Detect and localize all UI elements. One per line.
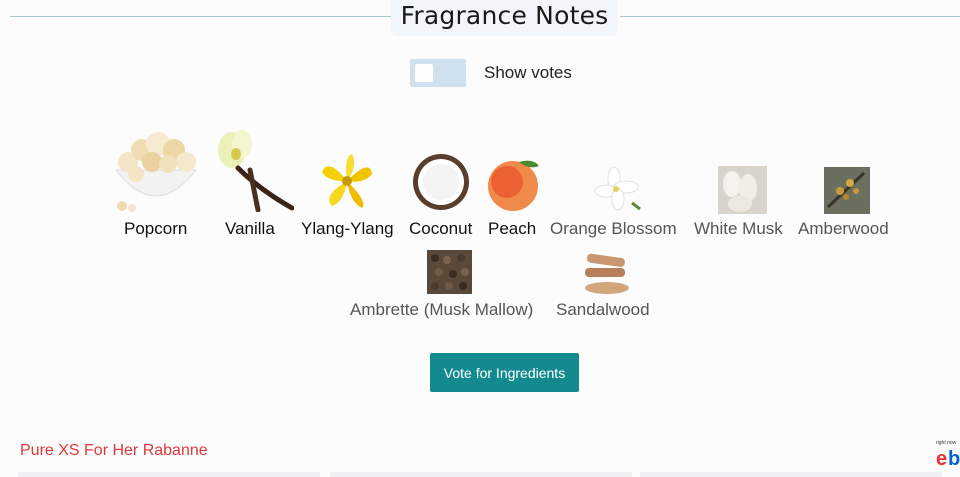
perfume-link[interactable]: Pure XS For Her Rabanne bbox=[20, 442, 208, 460]
vote-for-ingredients-button[interactable]: Vote for Ingredients bbox=[430, 353, 579, 392]
sandalwood-icon bbox=[585, 253, 629, 294]
card-edge bbox=[18, 472, 320, 477]
ylang-ylang-icon bbox=[322, 154, 372, 208]
peach-icon bbox=[488, 160, 539, 211]
note-label: Orange Blossom bbox=[550, 219, 677, 238]
popcorn-icon bbox=[114, 132, 198, 212]
note-label: Sandalwood bbox=[556, 300, 650, 319]
note-label: Amberwood bbox=[798, 219, 889, 238]
section-header: Fragrance Notes bbox=[391, 0, 618, 36]
note-label: Ambrette (Musk Mallow) bbox=[350, 300, 534, 319]
card-edge bbox=[330, 472, 632, 477]
note-label: Ylang-Ylang bbox=[301, 219, 394, 238]
note-label: Popcorn bbox=[124, 219, 188, 238]
note-label: White Musk bbox=[694, 219, 783, 238]
white-musk-icon bbox=[718, 166, 767, 214]
show-votes-toggle[interactable] bbox=[410, 59, 466, 87]
coconut-icon bbox=[413, 154, 469, 210]
vanilla-icon bbox=[218, 130, 294, 212]
note-label: Peach bbox=[488, 219, 537, 238]
note-label: Coconut bbox=[409, 219, 473, 238]
ambrette-icon bbox=[427, 250, 472, 294]
divider-right bbox=[620, 16, 960, 17]
amberwood-icon bbox=[824, 167, 870, 214]
card-edge bbox=[640, 472, 942, 477]
divider-left bbox=[10, 16, 392, 17]
note-label: Vanilla bbox=[225, 219, 275, 238]
ebay-logo[interactable]: right now e b bbox=[936, 440, 960, 470]
orange-blossom-icon bbox=[594, 166, 641, 211]
section-title: Fragrance Notes bbox=[400, 0, 609, 30]
toggle-knob bbox=[415, 64, 433, 82]
show-votes-label: Show votes bbox=[484, 63, 572, 82]
